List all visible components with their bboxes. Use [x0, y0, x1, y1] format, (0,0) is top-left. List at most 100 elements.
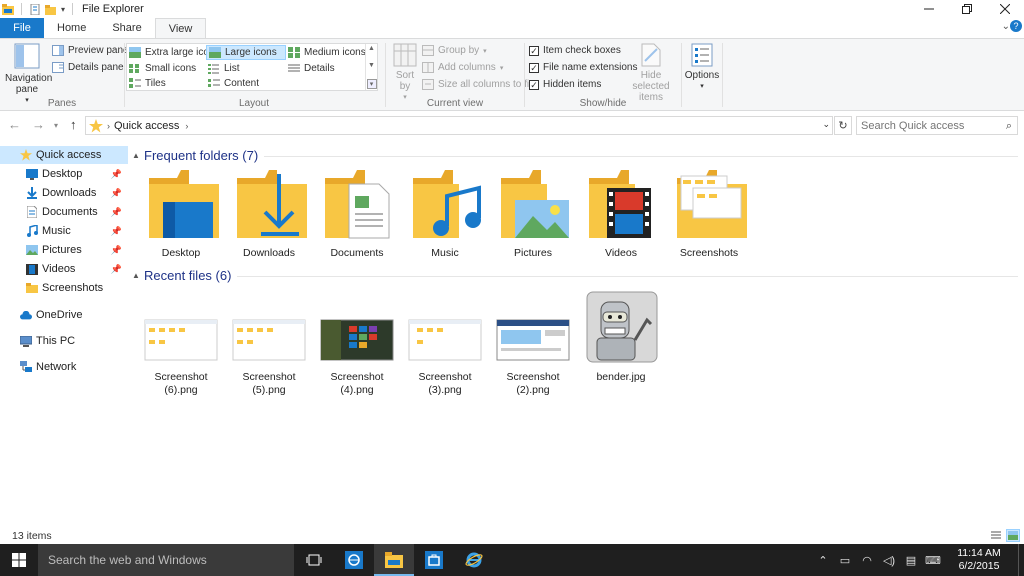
- sort-by-button[interactable]: Sort by ▾: [390, 43, 420, 103]
- sidebar-item-quick-access[interactable]: Quick access: [0, 146, 128, 164]
- search-box[interactable]: ⌕: [856, 116, 1018, 135]
- options-button[interactable]: Options ▾: [684, 43, 720, 92]
- size-all-columns-button[interactable]: Size all columns to fit: [422, 77, 532, 92]
- details-view-button[interactable]: [989, 529, 1003, 542]
- breadcrumb-quick-access[interactable]: Quick access: [114, 120, 179, 132]
- recent-files-header[interactable]: ▲ Recent files (6): [132, 266, 1018, 284]
- add-columns-button[interactable]: Add columns ▾: [422, 60, 503, 75]
- qat-customize-icon[interactable]: ▾: [61, 5, 65, 14]
- sidebar-item-network[interactable]: Network: [0, 358, 128, 376]
- show-hidden-icons-icon[interactable]: ⌃: [812, 554, 834, 567]
- hide-selected-items-button[interactable]: Hide selected items: [625, 43, 677, 103]
- file-tile-screenshot-2[interactable]: Screenshot (2).png: [490, 290, 576, 397]
- help-icon[interactable]: ?: [1010, 20, 1022, 32]
- frequent-folders-header[interactable]: ▲ Frequent folders (7): [132, 146, 1018, 164]
- hidden-items-toggle[interactable]: ✓ Hidden items: [529, 77, 601, 92]
- close-button[interactable]: [986, 0, 1024, 18]
- tab-file[interactable]: File: [0, 18, 44, 38]
- folder-tile-downloads[interactable]: Downloads: [226, 166, 312, 260]
- collapse-chevron-icon[interactable]: ▲: [132, 271, 144, 280]
- show-desktop-button[interactable]: [1018, 544, 1024, 576]
- folder-tile-pictures[interactable]: Pictures: [490, 166, 576, 260]
- tab-view[interactable]: View: [154, 18, 207, 39]
- sort-by-icon: [393, 43, 417, 67]
- pin-icon[interactable]: 📌: [111, 169, 122, 180]
- file-tile-screenshot-6[interactable]: Screenshot (6).png: [138, 290, 224, 397]
- details-pane-button[interactable]: Details pane: [52, 60, 124, 75]
- taskbar-search-box[interactable]: Search the web and Windows: [38, 544, 294, 576]
- navigation-pane-button[interactable]: Navigation pane ▾: [4, 43, 53, 106]
- file-tile-screenshot-4[interactable]: Screenshot (4).png: [314, 290, 400, 397]
- checkbox-checked-icon[interactable]: ✓: [529, 62, 539, 73]
- new-folder-icon[interactable]: [45, 4, 57, 15]
- tab-share[interactable]: Share: [99, 18, 154, 38]
- pin-icon[interactable]: 📌: [111, 245, 122, 256]
- sidebar-item-downloads[interactable]: Downloads 📌: [0, 184, 128, 202]
- taskbar-app-store[interactable]: [414, 544, 454, 576]
- back-arrow-icon[interactable]: ←: [8, 117, 21, 132]
- action-center-icon[interactable]: ▤: [900, 554, 922, 567]
- item-check-boxes-toggle[interactable]: ✓ Item check boxes: [529, 43, 621, 58]
- breadcrumb-separator-icon[interactable]: ›: [107, 121, 110, 131]
- properties-icon[interactable]: [29, 3, 41, 15]
- documents-icon: [26, 206, 38, 218]
- downloads-folder-icon: [237, 170, 307, 238]
- sidebar-item-music[interactable]: Music 📌: [0, 222, 128, 240]
- sidebar-item-label: Pictures: [42, 244, 82, 256]
- large-icons-view-button[interactable]: [1006, 529, 1020, 542]
- sidebar-item-this-pc[interactable]: This PC: [0, 332, 128, 350]
- documents-folder-icon: [325, 170, 390, 239]
- sidebar-item-screenshots[interactable]: Screenshots: [0, 279, 128, 297]
- refresh-button[interactable]: ↻: [834, 116, 852, 135]
- tab-home[interactable]: Home: [44, 18, 99, 38]
- file-tile-screenshot-5[interactable]: Screenshot (5).png: [226, 290, 312, 397]
- forward-arrow-icon[interactable]: →: [32, 117, 45, 132]
- folder-tile-documents[interactable]: Documents: [314, 166, 400, 260]
- sidebar-item-onedrive[interactable]: OneDrive: [0, 306, 128, 324]
- address-bar[interactable]: › Quick access › ⌄: [85, 116, 833, 135]
- checkbox-checked-icon[interactable]: ✓: [529, 79, 539, 90]
- search-icon[interactable]: ⌕: [1006, 120, 1012, 133]
- taskbar-app-internet-explorer[interactable]: [454, 544, 494, 576]
- breadcrumb-separator-icon[interactable]: ›: [185, 121, 188, 131]
- recent-locations-icon[interactable]: ▾: [54, 121, 58, 130]
- sidebar-item-pictures[interactable]: Pictures 📌: [0, 241, 128, 259]
- group-by-button[interactable]: Group by ▾: [422, 43, 487, 58]
- sidebar-item-desktop[interactable]: Desktop 📌: [0, 165, 128, 183]
- collapse-chevron-icon[interactable]: ▲: [132, 151, 144, 160]
- sidebar-item-videos[interactable]: Videos 📌: [0, 260, 128, 278]
- navigation-pane-label: Navigation pane: [5, 73, 53, 95]
- file-name-extensions-toggle[interactable]: ✓ File name extensions: [529, 60, 638, 75]
- clock[interactable]: 11:14 AM 6/2/2015: [944, 547, 1014, 573]
- file-tile-screenshot-3[interactable]: Screenshot (3).png: [402, 290, 488, 397]
- address-history-icon[interactable]: ⌄: [822, 119, 830, 130]
- volume-icon[interactable]: ◁): [878, 554, 900, 567]
- pin-icon[interactable]: 📌: [111, 188, 122, 199]
- sidebar-item-documents[interactable]: Documents 📌: [0, 203, 128, 221]
- ribbon-expand-icon[interactable]: ⌄: [1002, 21, 1010, 32]
- pin-icon[interactable]: 📌: [111, 226, 122, 237]
- search-input[interactable]: [857, 119, 997, 132]
- folder-tile-music[interactable]: Music: [402, 166, 488, 260]
- pin-icon[interactable]: 📌: [111, 264, 122, 275]
- folder-tile-screenshots[interactable]: Screenshots: [666, 166, 752, 260]
- restore-button[interactable]: [948, 0, 986, 18]
- taskbar-app-browser[interactable]: [334, 544, 374, 576]
- network-status-icon[interactable]: ◠: [856, 554, 878, 567]
- start-button[interactable]: [0, 544, 38, 576]
- pin-icon[interactable]: 📌: [111, 207, 122, 218]
- folder-tile-desktop[interactable]: Desktop: [138, 166, 224, 260]
- file-label: Screenshot (3).png: [418, 371, 472, 396]
- clock-date: 6/2/2015: [958, 560, 1000, 572]
- preview-pane-button[interactable]: Preview pane: [52, 43, 129, 58]
- checkbox-checked-icon[interactable]: ✓: [529, 45, 539, 56]
- battery-icon[interactable]: ▭: [834, 554, 856, 567]
- task-view-button[interactable]: [294, 544, 334, 576]
- file-tile-bender[interactable]: bender.jpg: [578, 290, 664, 384]
- taskbar-app-file-explorer[interactable]: [374, 544, 414, 576]
- clock-time: 11:14 AM: [957, 547, 1001, 559]
- folder-tile-videos[interactable]: Videos: [578, 166, 664, 260]
- minimize-button[interactable]: [910, 0, 948, 18]
- up-arrow-icon[interactable]: ↑: [70, 117, 77, 132]
- touch-keyboard-icon[interactable]: ⌨: [922, 554, 944, 567]
